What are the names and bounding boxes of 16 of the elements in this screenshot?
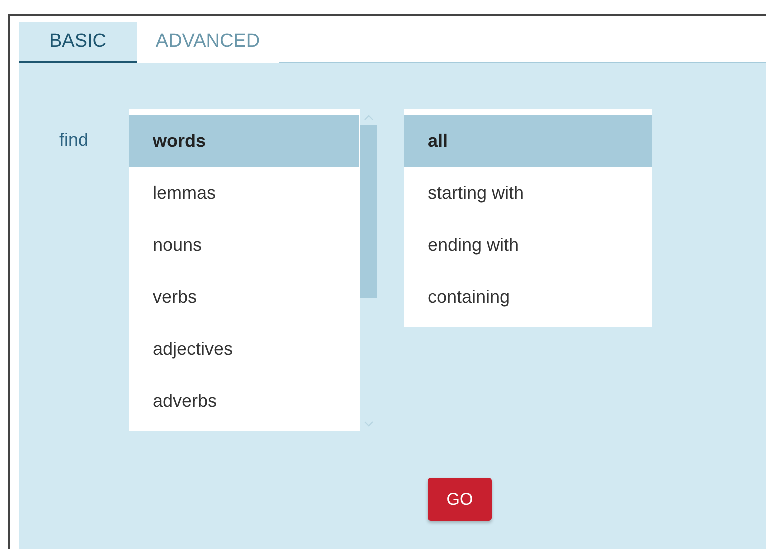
list-item[interactable]: words bbox=[129, 115, 359, 167]
list-item[interactable]: containing bbox=[404, 271, 652, 323]
tab[interactable]: BASIC bbox=[19, 22, 137, 63]
list-item[interactable]: adjectives bbox=[129, 323, 359, 375]
list-item[interactable]: nouns bbox=[129, 219, 359, 271]
list-item[interactable]: adverbs bbox=[129, 375, 359, 427]
list-item[interactable]: ending with bbox=[404, 219, 652, 271]
list-item[interactable]: lemmas bbox=[129, 167, 359, 219]
list-item[interactable]: all bbox=[404, 115, 652, 167]
target-listbox[interactable]: words lemmas nouns verbs adjectives adverbs bbox=[129, 109, 377, 431]
find-label: find bbox=[58, 130, 90, 151]
match-listbox[interactable]: all starting with ending with containing bbox=[404, 109, 652, 327]
scrollbar-thumb[interactable] bbox=[360, 125, 377, 298]
list-item[interactable]: verbs bbox=[129, 271, 359, 323]
list-item[interactable]: starting with bbox=[404, 167, 652, 219]
go-button[interactable]: GO bbox=[428, 478, 492, 521]
